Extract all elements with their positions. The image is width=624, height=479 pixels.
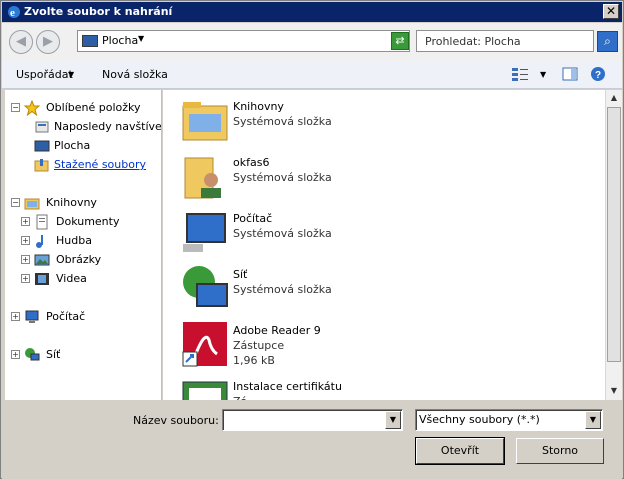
expand-icon[interactable]: +	[11, 312, 20, 321]
expand-icon[interactable]: +	[21, 255, 30, 264]
pdf-shortcut-icon	[182, 322, 227, 367]
new-folder-button[interactable]: Nová složka	[102, 68, 168, 81]
scroll-thumb[interactable]	[607, 107, 621, 362]
scroll-down-icon[interactable]: ▼	[606, 383, 622, 399]
list-item[interactable]: Knihovny Systémová složka	[181, 96, 481, 150]
computer-icon	[25, 310, 39, 323]
file-type-select[interactable]: Všechny soubory (*.*) ▼	[415, 409, 603, 431]
breadcrumb-arrow-icon[interactable]: ▼	[138, 34, 144, 43]
cancel-button[interactable]: Storno	[516, 438, 604, 464]
expand-icon[interactable]: +	[21, 236, 30, 245]
vertical-scrollbar[interactable]: ▲ ▼	[605, 90, 622, 400]
file-list: Knihovny Systémová složka okfas6 Systémo…	[163, 90, 605, 400]
collapse-icon[interactable]: −	[11, 198, 20, 207]
organize-button[interactable]: Uspořádat	[16, 68, 73, 81]
file-dialog: e Zvolte soubor k nahrání ✕ ◀ ▶ Plocha ▼…	[0, 0, 624, 479]
address-location[interactable]: Plocha	[102, 34, 138, 47]
filename-label: Název souboru:	[133, 414, 219, 427]
user-folder-icon	[184, 157, 221, 199]
network-icon	[183, 266, 228, 307]
filename-dropdown-icon[interactable]: ▼	[385, 411, 401, 429]
dialog-footer: Název souboru: ▼ Všechny soubory (*.*) ▼…	[2, 400, 622, 479]
search-placeholder: Prohledat: Plocha	[425, 35, 521, 48]
libraries-icon	[24, 198, 40, 210]
list-item[interactable]: Adobe Reader 9 Zástupce 1,96 kB	[181, 320, 481, 374]
pictures-icon	[34, 254, 50, 266]
documents-icon	[36, 214, 48, 230]
view-options-icon[interactable]	[511, 66, 529, 82]
expand-icon[interactable]: +	[11, 350, 20, 359]
computer-icon	[183, 213, 226, 252]
list-item[interactable]: Instalace certifikátu Zá	[181, 376, 481, 400]
desktop-icon	[82, 35, 98, 47]
refresh-button[interactable]: ⇄	[391, 32, 409, 50]
address-bar[interactable]: Plocha ▼ ▼	[77, 30, 410, 52]
list-item[interactable]: Síť Systémová složka	[181, 264, 481, 318]
desktop-icon	[34, 140, 50, 152]
downloads-folder-icon	[34, 159, 49, 172]
libraries-icon	[182, 102, 228, 141]
network-icon	[25, 348, 40, 361]
music-icon	[36, 235, 43, 248]
navigation-bar: ◀ ▶ Plocha ▼ ▼ ⇄ Prohledat: Plocha ⌕	[2, 23, 622, 61]
list-item[interactable]: Počítač Systémová složka	[181, 208, 481, 262]
collapse-icon[interactable]: −	[11, 103, 20, 112]
ie-icon: e	[8, 6, 20, 19]
expand-icon[interactable]: +	[21, 274, 30, 283]
star-icon	[24, 100, 40, 116]
recent-places-icon	[35, 121, 49, 133]
scroll-up-icon[interactable]: ▲	[606, 90, 622, 106]
back-button[interactable]: ◀	[9, 30, 33, 54]
svg-text:e: e	[10, 7, 15, 19]
search-input[interactable]: Prohledat: Plocha	[416, 30, 594, 52]
forward-button[interactable]: ▶	[36, 30, 60, 54]
navigation-pane: − Oblíbené položky Naposledy navštívené …	[5, 90, 162, 400]
title-bar: e Zvolte soubor k nahrání ✕	[2, 2, 622, 22]
close-button[interactable]: ✕	[603, 4, 619, 19]
open-button[interactable]: Otevřít	[415, 437, 505, 465]
window-title: Zvolte soubor k nahrání	[24, 5, 173, 18]
file-type-dropdown-icon[interactable]: ▼	[585, 411, 601, 429]
view-dropdown-icon[interactable]: ▼	[540, 70, 546, 79]
command-bar: Uspořádat ▼ Nová složka ▼ ?	[2, 61, 622, 89]
expand-icon[interactable]: +	[21, 217, 30, 226]
list-item[interactable]: okfas6 Systémová složka	[181, 152, 481, 206]
filename-input[interactable]: ▼	[222, 409, 403, 431]
search-button[interactable]: ⌕	[597, 31, 618, 52]
svg-text:?: ?	[595, 70, 601, 81]
help-icon[interactable]: ?	[590, 66, 606, 82]
videos-icon	[35, 273, 49, 285]
certificate-icon	[182, 381, 228, 400]
preview-pane-icon[interactable]	[562, 66, 578, 82]
organize-dropdown-icon[interactable]: ▼	[68, 70, 74, 79]
